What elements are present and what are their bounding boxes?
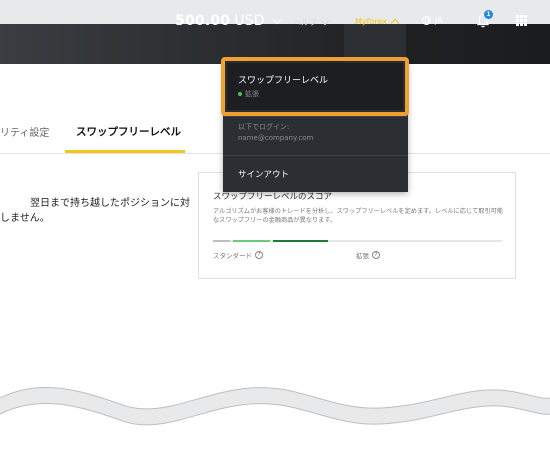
highlight-frame — [221, 57, 409, 116]
torn-edge-decoration — [0, 386, 550, 450]
description-text-line1: 翌日まで持ち越したポジションに対 — [30, 198, 190, 209]
swap-free-menu-level: 拡張 — [238, 89, 259, 99]
chevron-down-icon — [272, 15, 281, 24]
dropdown-divider — [223, 155, 408, 156]
chevron-down-icon — [320, 16, 330, 26]
balance-amount: 500.00 — [175, 13, 231, 29]
help-circle-icon[interactable]: ? — [255, 251, 263, 259]
score-card-description: アルゴリズムがお客様のトレードを分析し、スワップフリーレベルを定めます。レベルに… — [213, 208, 504, 224]
language-selector[interactable]: JA — [422, 16, 443, 25]
swap-free-level-value: 拡張 — [245, 90, 259, 98]
myforex-label: Myforex — [355, 17, 387, 26]
score-segment-1 — [213, 240, 230, 242]
language-label: JA — [435, 16, 443, 25]
chevron-up-icon — [390, 18, 400, 28]
apps-grid-icon[interactable] — [516, 15, 527, 26]
help-label: ヘルプ — [293, 18, 317, 27]
active-tab-indicator — [65, 150, 185, 153]
balance-selector[interactable]: 500.00 USD — [175, 13, 281, 29]
tab-security-settings[interactable]: リティ設定 — [0, 124, 49, 139]
swap-free-menu-title: スワップフリーレベル — [238, 76, 329, 86]
help-menu[interactable]: ヘルプ — [293, 16, 330, 28]
globe-icon — [422, 16, 431, 25]
balance-currency: USD — [234, 13, 265, 29]
score-segment-3 — [273, 240, 328, 242]
extended-level-label: 拡張 ? — [356, 250, 380, 260]
myforex-menu[interactable]: Myforex — [355, 17, 400, 28]
standard-level-label: スタンダード ? — [213, 250, 263, 260]
help-circle-icon[interactable]: ? — [372, 251, 380, 259]
status-dot-icon — [238, 92, 242, 96]
extended-level-text: 拡張 — [356, 252, 369, 260]
sign-out-menu-item[interactable]: サインアウト — [238, 168, 289, 180]
logged-in-label: 以下でログイン: — [238, 123, 290, 131]
standard-level-text: スタンダード — [213, 252, 252, 260]
notification-badge: 1 — [484, 10, 493, 19]
tab-swap-free-level[interactable]: スワップフリーレベル — [76, 124, 181, 139]
user-email: name@company.com — [238, 134, 314, 142]
score-segment-2 — [233, 240, 270, 242]
dropdown-divider — [223, 116, 408, 117]
description-text-line2: しません。 — [0, 213, 50, 224]
